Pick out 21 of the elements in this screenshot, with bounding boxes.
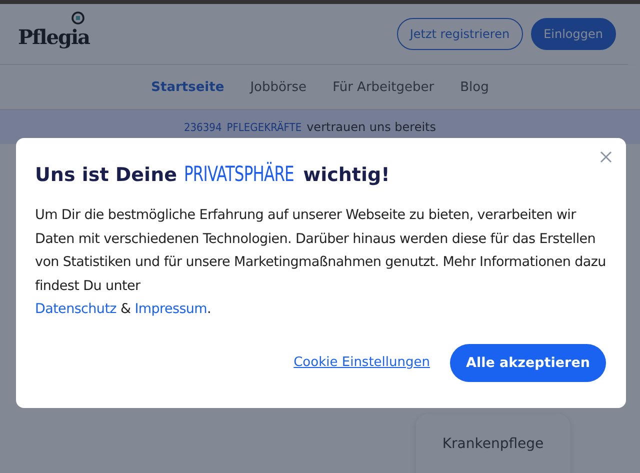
dialog-title: wichtig! [303,164,390,186]
close-icon[interactable] [600,151,612,163]
count-text: 236394 [184,120,222,134]
nav-link[interactable]: Blog [460,80,489,94]
accept-button[interactable]: Alle akzeptieren [450,344,606,382]
title-highlight: PRIVATSPHÄRE [184,162,294,186]
banner-text: vertrauen uns bereits [306,120,436,134]
highlight-text: PFLEGEKRÄFTE [226,120,302,134]
nav-link[interactable]: Jobbörse [250,80,307,94]
nav-link[interactable]: Startseite [151,80,224,94]
logo-text[interactable]: Pflegia [18,25,90,49]
nav-link[interactable]: Für Arbeitgeber [332,80,434,94]
dialog-title: Uns ist Deine [35,164,177,186]
login-button[interactable]: Einloggen [530,18,616,50]
privacy-link[interactable]: Datenschutz [35,301,116,317]
category-card[interactable]: Krankenpflege [416,414,570,473]
cookie-settings-link[interactable]: Cookie Einstellungen [294,355,430,370]
card-label: Krankenpflege [442,436,544,454]
privacy-paragraph: Um Dir die bestmögliche Erfahrung auf unserer Webseite zu bieten, verarbeiten wir Daten mit verschiedenen Technologien. Darüber hinaus werden diese für das Erstellen von Statistiken und für unsere Marketingmaßnahmen genutzt. Mehr Informationen dazu findest Du unter Datenschutz & Impressum. [35,206,606,319]
imprint-link[interactable]: Impressum [134,301,208,317]
register-button[interactable]: Jetzt registrieren [396,18,523,50]
